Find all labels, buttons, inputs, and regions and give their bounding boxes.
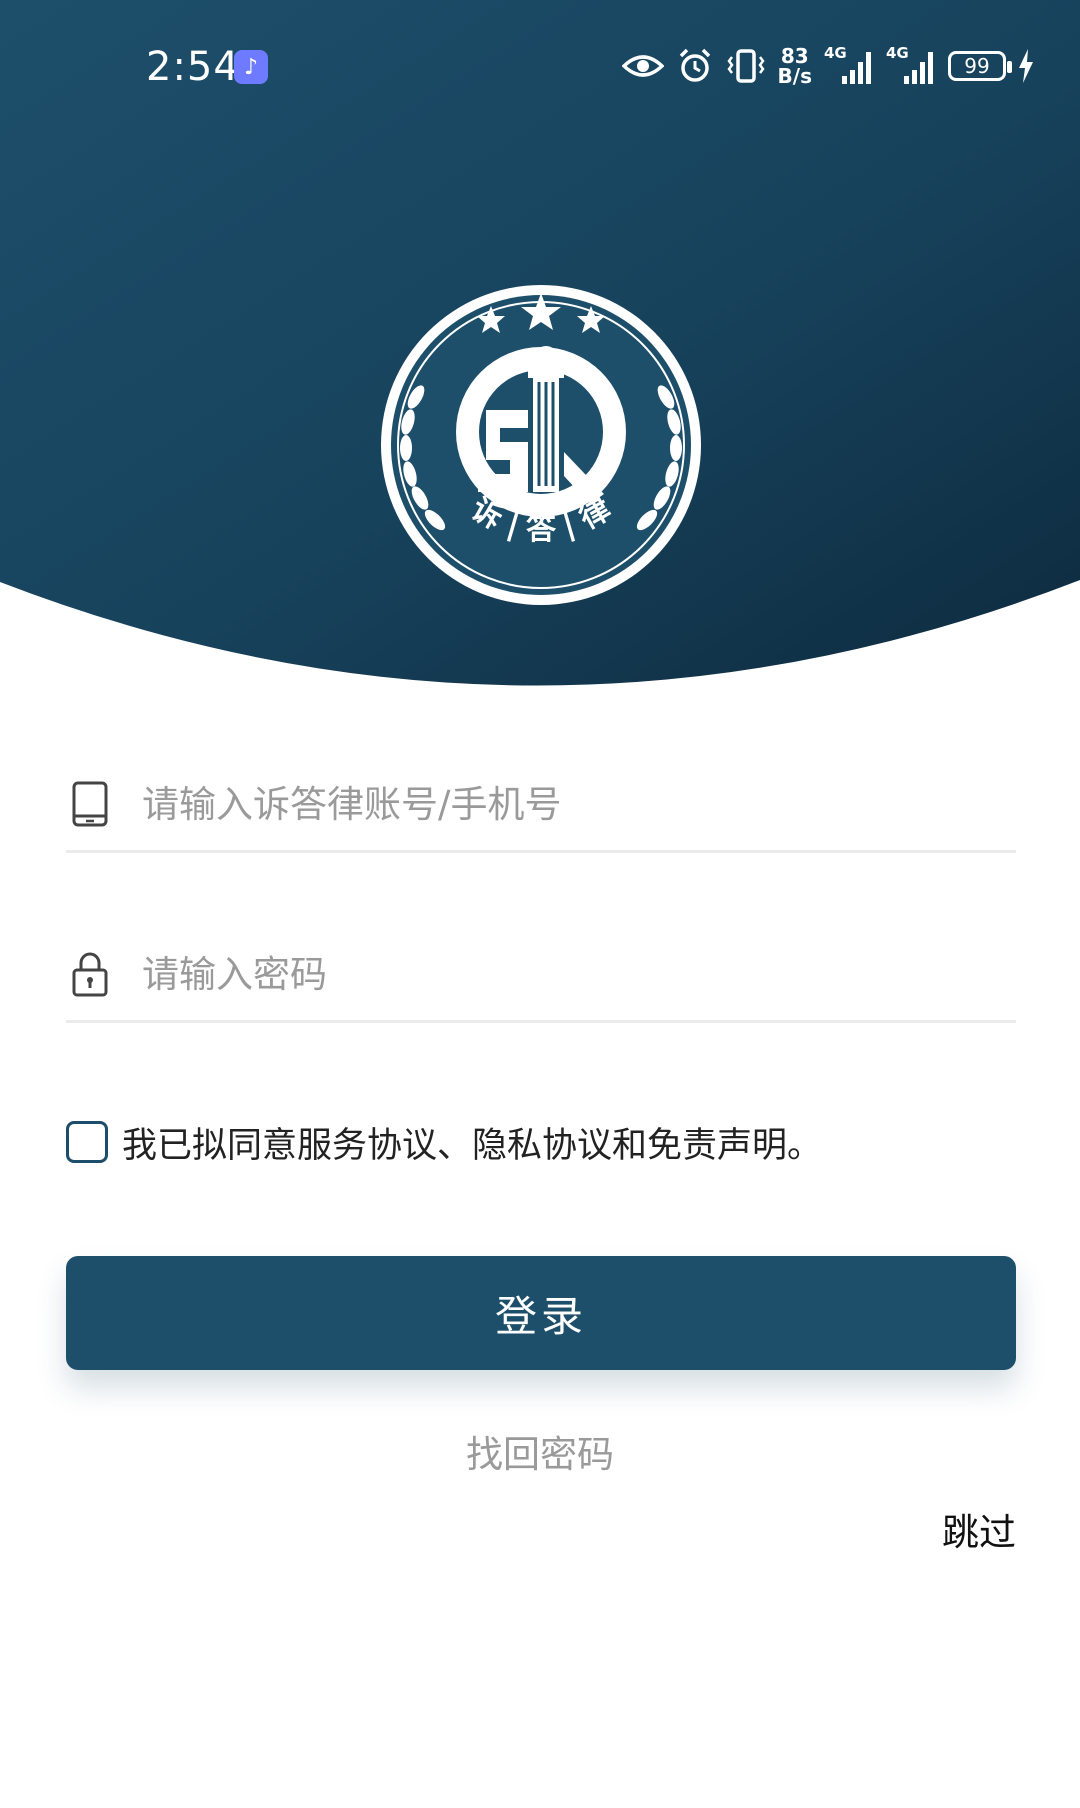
- password-field: [66, 930, 1016, 1023]
- alarm-clock-icon: [679, 48, 710, 82]
- music-app-icon: ♪: [234, 50, 268, 84]
- lock-icon: [72, 952, 108, 997]
- signal-strength-2: 4G: [886, 44, 936, 86]
- agreement-text[interactable]: 我已拟同意服务协议、隐私协议和免责声明。: [122, 1117, 822, 1168]
- signal-strength-1: 4G: [824, 44, 874, 86]
- charging-bolt-icon: [1019, 49, 1033, 83]
- net-speed: 83 B/s: [778, 46, 812, 86]
- find-password-link[interactable]: 找回密码: [0, 1424, 1080, 1478]
- login-button[interactable]: 登录: [66, 1256, 1016, 1370]
- agreement-checkbox[interactable]: [66, 1121, 108, 1163]
- eye-icon: [621, 55, 664, 77]
- vibrate-icon: [726, 49, 765, 83]
- battery-indicator: 99: [948, 51, 1012, 81]
- signal-bars-icon: [842, 52, 871, 84]
- account-field: [66, 760, 1016, 853]
- net-speed-value: 83: [780, 44, 809, 68]
- status-bar: 2:54 ♪ 83 B/s 4G 4G 99: [0, 0, 1080, 140]
- app-logo: 诉 | 答 | 律: [381, 285, 701, 605]
- phone-icon: [72, 781, 108, 827]
- status-time: 2:54: [146, 44, 240, 90]
- agreement-row: 我已拟同意服务协议、隐私协议和免责声明。: [66, 1112, 1016, 1172]
- header-banner: 2:54 ♪ 83 B/s 4G 4G 99 诉 | 答 | 律: [0, 0, 1080, 690]
- signal-bars-icon: [904, 52, 933, 84]
- account-input[interactable]: [142, 774, 1002, 834]
- battery-level: 99: [964, 54, 990, 78]
- status-icons: 83 B/s 4G 4G 99: [621, 44, 1034, 88]
- net-speed-unit: B/s: [777, 64, 812, 88]
- skip-link[interactable]: 跳过: [942, 1502, 1016, 1556]
- password-input[interactable]: [142, 944, 1002, 1004]
